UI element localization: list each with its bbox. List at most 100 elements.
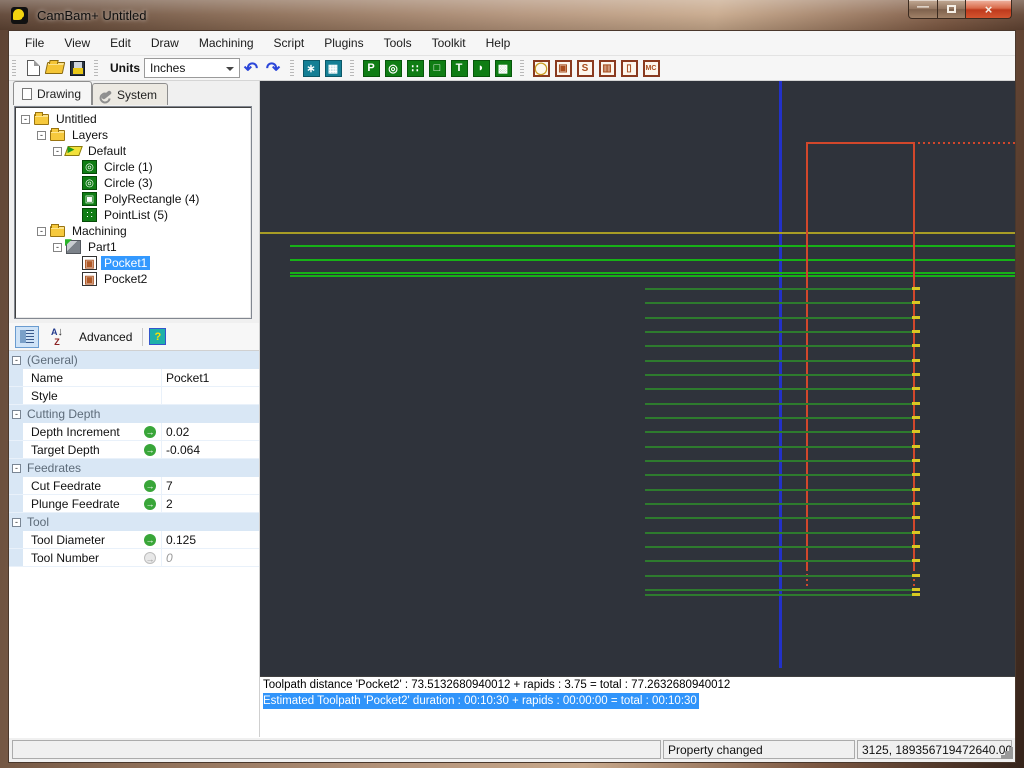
drawing-canvas[interactable]: [260, 81, 1015, 676]
property-value[interactable]: Pocket1: [161, 369, 259, 386]
property-value[interactable]: [161, 387, 259, 404]
mop-drill-icon[interactable]: ▥: [596, 58, 618, 79]
minimize-button[interactable]: —: [908, 0, 938, 19]
tree-node-layers[interactable]: - Layers: [15, 127, 251, 143]
open-file-icon[interactable]: [44, 58, 66, 79]
new-file-icon[interactable]: [22, 58, 44, 79]
mop-profile-icon[interactable]: ◯: [530, 58, 552, 79]
tree-node-machining[interactable]: -Machining: [15, 223, 251, 239]
tree-node-untitled[interactable]: -Untitled: [15, 111, 251, 127]
tree-node-part1[interactable]: -Part1: [15, 239, 251, 255]
plunge-tick: [912, 545, 920, 548]
menu-item-script[interactable]: Script: [264, 32, 315, 54]
property-category-tool[interactable]: -Tool: [9, 513, 259, 531]
menu-item-machining[interactable]: Machining: [189, 32, 264, 54]
draw-surface-icon[interactable]: ▩: [492, 58, 514, 79]
collapse-icon[interactable]: -: [12, 464, 21, 473]
message-item[interactable]: Toolpath distance 'Pocket2' : 73.5132680…: [260, 677, 1015, 693]
alphabetical-sort-button[interactable]: A↓ Z: [45, 326, 69, 348]
override-indicator: →: [139, 552, 161, 564]
collapse-icon[interactable]: -: [12, 410, 21, 419]
menu-item-toolkit[interactable]: Toolkit: [422, 32, 476, 54]
title-bar[interactable]: CamBam+ Untitled —×: [0, 0, 1024, 30]
draw-circle-icon-glyph: ◎: [385, 60, 402, 77]
green-arrow-icon[interactable]: →: [144, 426, 156, 438]
property-row-depth-increment: Depth Increment→0.02: [9, 423, 259, 441]
green-arrow-icon[interactable]: →: [144, 444, 156, 456]
property-value[interactable]: 0: [161, 549, 259, 566]
menu-item-edit[interactable]: Edit: [100, 32, 141, 54]
expander-icon[interactable]: -: [37, 131, 46, 140]
units-combobox[interactable]: Inches: [144, 58, 240, 78]
tab-system[interactable]: System: [92, 83, 168, 105]
app-logo-icon: [11, 7, 28, 24]
draw-text-icon[interactable]: T: [448, 58, 470, 79]
tree-node-polyrectangle-4-[interactable]: ▣PolyRectangle (4): [15, 191, 251, 207]
tree-node-pocket1[interactable]: ▣Pocket1: [15, 255, 251, 271]
separator: [142, 328, 143, 346]
mop-engrave-icon[interactable]: S: [574, 58, 596, 79]
undo-icon[interactable]: ↶: [240, 58, 262, 79]
collapse-icon[interactable]: -: [12, 518, 21, 527]
green-arrow-icon[interactable]: →: [144, 480, 156, 492]
draw-circle-icon[interactable]: ◎: [382, 58, 404, 79]
menu-item-tools[interactable]: Tools: [374, 32, 422, 54]
menu-item-draw[interactable]: Draw: [141, 32, 189, 54]
row-gutter: [9, 495, 23, 512]
mop-3dprofile-icon[interactable]: ▯: [618, 58, 640, 79]
tab-drawing[interactable]: Drawing: [13, 81, 92, 105]
property-value[interactable]: 0.02: [161, 423, 259, 440]
gray-arrow-icon[interactable]: →: [144, 552, 156, 564]
property-value[interactable]: 7: [161, 477, 259, 494]
tree-node-default[interactable]: -Default: [15, 143, 251, 159]
close-button[interactable]: ×: [966, 0, 1012, 19]
tree-node-pointlist-5-[interactable]: ∷PointList (5): [15, 207, 251, 223]
draw-rectangle-icon[interactable]: □: [426, 58, 448, 79]
tree-node-pocket2[interactable]: ▣Pocket2: [15, 271, 251, 287]
draw-arc-icon[interactable]: ◗: [470, 58, 492, 79]
expander-icon[interactable]: -: [37, 227, 46, 236]
toolpath-scanline: [645, 489, 912, 491]
collapse-icon[interactable]: -: [12, 356, 21, 365]
expander-icon[interactable]: -: [53, 147, 62, 156]
message-item[interactable]: Estimated Toolpath 'Pocket2' duration : …: [260, 693, 1015, 709]
property-value[interactable]: -0.064: [161, 441, 259, 458]
drawing-page-icon: [22, 88, 32, 100]
row-gutter: [9, 369, 23, 386]
property-category-feedrates[interactable]: -Feedrates: [9, 459, 259, 477]
redo-icon[interactable]: ↷: [262, 58, 284, 79]
menu-item-file[interactable]: File: [15, 32, 54, 54]
draw-pointlist-icon[interactable]: ∷: [404, 58, 426, 79]
toolpath-scanline: [645, 474, 912, 476]
property-category--general-[interactable]: -(General): [9, 351, 259, 369]
save-file-icon[interactable]: [66, 58, 88, 79]
green-arrow-icon[interactable]: →: [144, 534, 156, 546]
draw-polyline-icon[interactable]: P: [360, 58, 382, 79]
green-arrow-icon[interactable]: →: [144, 498, 156, 510]
edit-points-icon[interactable]: ∗: [300, 58, 322, 79]
grid-icon[interactable]: ▦: [322, 58, 344, 79]
panel-tabs: Drawing System: [9, 81, 259, 105]
menu-item-help[interactable]: Help: [476, 32, 521, 54]
tree-node-label: Layers: [69, 128, 111, 142]
plunge-tick: [912, 588, 920, 591]
mop-pocket-icon[interactable]: ▣: [552, 58, 574, 79]
tree-node-label: PolyRectangle (4): [101, 192, 202, 206]
expander-icon[interactable]: -: [21, 115, 30, 124]
advanced-button[interactable]: Advanced: [75, 328, 136, 346]
tree-node-circle-3-[interactable]: ◎Circle (3): [15, 175, 251, 191]
categorized-view-button[interactable]: [15, 326, 39, 348]
gcode-icon[interactable]: MC: [640, 58, 662, 79]
property-category-cutting-depth[interactable]: -Cutting Depth: [9, 405, 259, 423]
property-value[interactable]: 0.125: [161, 531, 259, 548]
maximize-button[interactable]: [938, 0, 966, 19]
menu-item-view[interactable]: View: [54, 32, 100, 54]
help-button[interactable]: ?: [149, 328, 166, 345]
toolpath-scanline: [645, 503, 912, 505]
expander-icon[interactable]: -: [53, 243, 62, 252]
menu-item-plugins[interactable]: Plugins: [314, 32, 373, 54]
property-value[interactable]: 2: [161, 495, 259, 512]
tree-node-circle-1-[interactable]: ◎Circle (1): [15, 159, 251, 175]
toolpath-scanline: [645, 560, 912, 562]
resize-grip[interactable]: [1009, 755, 1013, 759]
